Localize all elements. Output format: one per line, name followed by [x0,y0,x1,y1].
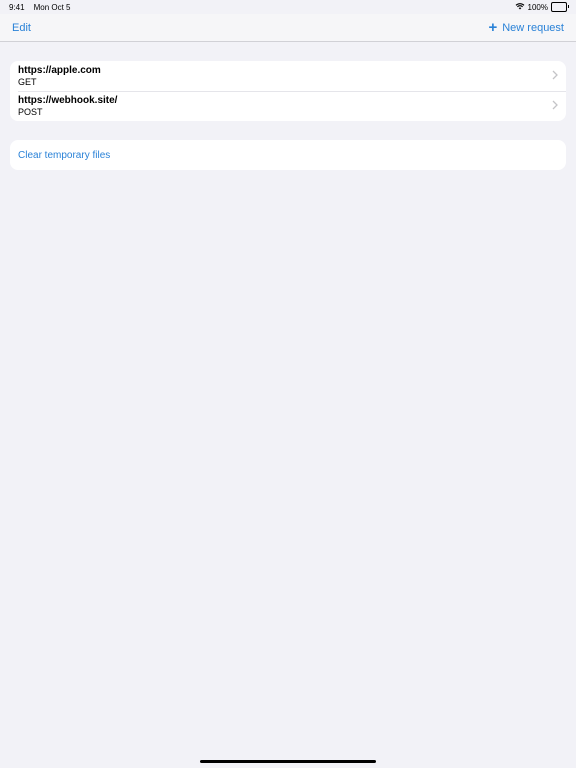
status-right: 100% [515,2,569,12]
request-texts: https://apple.com GET [18,65,101,88]
request-method: POST [18,106,43,117]
wifi-icon [515,2,525,12]
plus-icon: + [488,19,498,36]
status-bar: 9:41 Mon Oct 5 100% [0,0,576,14]
home-indicator [200,760,376,763]
request-method: GET [18,76,37,87]
request-row[interactable]: https://webhook.site/ POST [10,91,566,121]
request-url: https://webhook.site/ [18,94,118,106]
edit-button[interactable]: Edit [12,22,31,34]
battery-icon [551,2,569,12]
request-row[interactable]: https://apple.com GET [10,61,566,91]
status-date: Mon Oct 5 [33,2,71,12]
request-url: https://apple.com [18,64,101,76]
actions-group: Clear temporary files [10,140,566,170]
navigation-bar: Edit + New request [0,14,576,42]
clear-temporary-files-button[interactable]: Clear temporary files [10,140,566,170]
chevron-right-icon [552,70,558,83]
request-list: https://apple.com GET https://webhook.si… [10,61,566,121]
battery-percent: 100% [527,2,548,12]
chevron-right-icon [552,100,558,113]
request-texts: https://webhook.site/ POST [18,95,117,118]
new-request-label: New request [502,21,564,34]
status-time: 9:41 [9,2,25,12]
new-request-button[interactable]: + New request [488,20,564,35]
